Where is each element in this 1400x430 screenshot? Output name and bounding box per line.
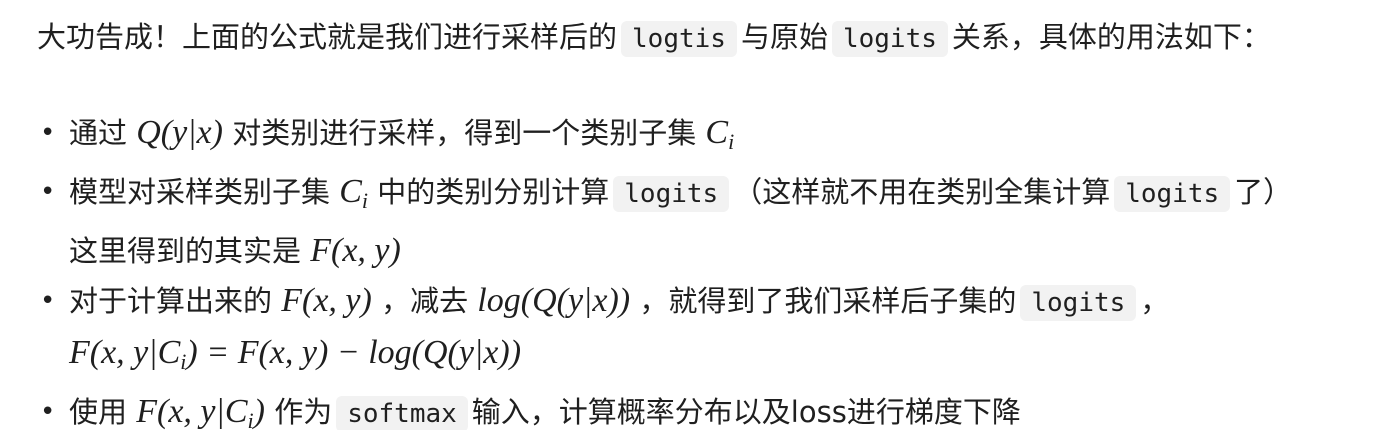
bullet-2-continuation: 这里得到的其实是 F(x, y) [69, 226, 1400, 276]
inline-code-logits: logits [1114, 176, 1231, 212]
bullet-dot: • [40, 397, 56, 427]
bullet-4-text-2: 作为 [274, 395, 333, 429]
bullet-3-continuation: F(x, y|Ci) = F(x, y) − log(Q(y|x)) [69, 328, 1400, 387]
bullet-2-text-2: 中的类别分别计算 [377, 175, 610, 209]
intro-text-2: 与原始 [740, 20, 828, 54]
inline-code-logits: logits [831, 21, 948, 57]
bullet-dot: • [40, 118, 56, 148]
bullet-dot: • [40, 177, 56, 207]
bullet-3-text-2: ，减去 [381, 284, 469, 318]
bullet-dot: • [40, 286, 56, 316]
inline-code-logtis: logtis [621, 21, 737, 57]
bullet-1-text-1: 通过 [69, 116, 128, 150]
inline-code-softmax: softmax [336, 396, 468, 430]
bullet-2-text-3: （这样就不用在类别全集计算 [733, 175, 1111, 209]
bullet-4-text-3: 输入，计算概率分布以及loss进行梯度下降 [471, 395, 1021, 429]
intro-text-1: 大功告成！上面的公式就是我们进行采样后的 [37, 20, 618, 54]
bullet-3-text-4: ， [1140, 284, 1170, 318]
math-f-x-y: F(x, y) [281, 282, 372, 319]
math-f-x-y-given-ci: F(x, y|Ci) [136, 393, 265, 430]
intro-paragraph: 大功告成！上面的公式就是我们进行采样后的 logtis 与原始 logits 关系，具体… [37, 14, 1271, 60]
bullet-2-line2-text: 这里得到的其实是 [69, 234, 302, 268]
bullet-item-3: • 对于计算出来的 F(x, y) ，减去 log(Q(y|x)) ，就得到了我… [0, 276, 1400, 387]
bullet-3-text-3: ，就得到了我们采样后子集的 [639, 284, 1017, 318]
bullet-item-1: • 通过 Q(y|x) 对类别进行采样，得到一个类别子集 Ci [0, 108, 1400, 167]
bullet-2-text-4: 了） [1234, 175, 1293, 209]
math-q-y-given-x: Q(y|x) [136, 114, 223, 151]
bullet-4-text-1: 使用 [69, 395, 128, 429]
math-log-q: log(Q(y|x)) [477, 282, 631, 319]
math-f-x-y: F(x, y) [310, 232, 401, 269]
usage-bullet-list: • 通过 Q(y|x) 对类别进行采样，得到一个类别子集 Ci • 模型对采样类… [0, 108, 1400, 430]
math-c-i: Ci [339, 173, 369, 213]
inline-code-logits: logits [1020, 285, 1137, 321]
math-c-i: Ci [705, 114, 735, 154]
inline-code-logits: logits [613, 176, 730, 212]
bullet-2-text-1: 模型对采样类别子集 [69, 175, 331, 209]
bullet-item-4: • 使用 F(x, y|Ci) 作为 softmax 输入，计算概率分布以及loss… [0, 387, 1400, 430]
math-equation-sampled-logits: F(x, y|Ci) = F(x, y) − log(Q(y|x)) [69, 334, 522, 374]
intro-text-3: 关系，具体的用法如下： [951, 20, 1271, 54]
bullet-1-text-2: 对类别进行采样，得到一个类别子集 [232, 116, 697, 150]
bullet-item-2: • 模型对采样类别子集 Ci 中的类别分别计算 logits （这样就不用在类别全集… [0, 167, 1400, 276]
bullet-3-text-1: 对于计算出来的 [69, 284, 273, 318]
